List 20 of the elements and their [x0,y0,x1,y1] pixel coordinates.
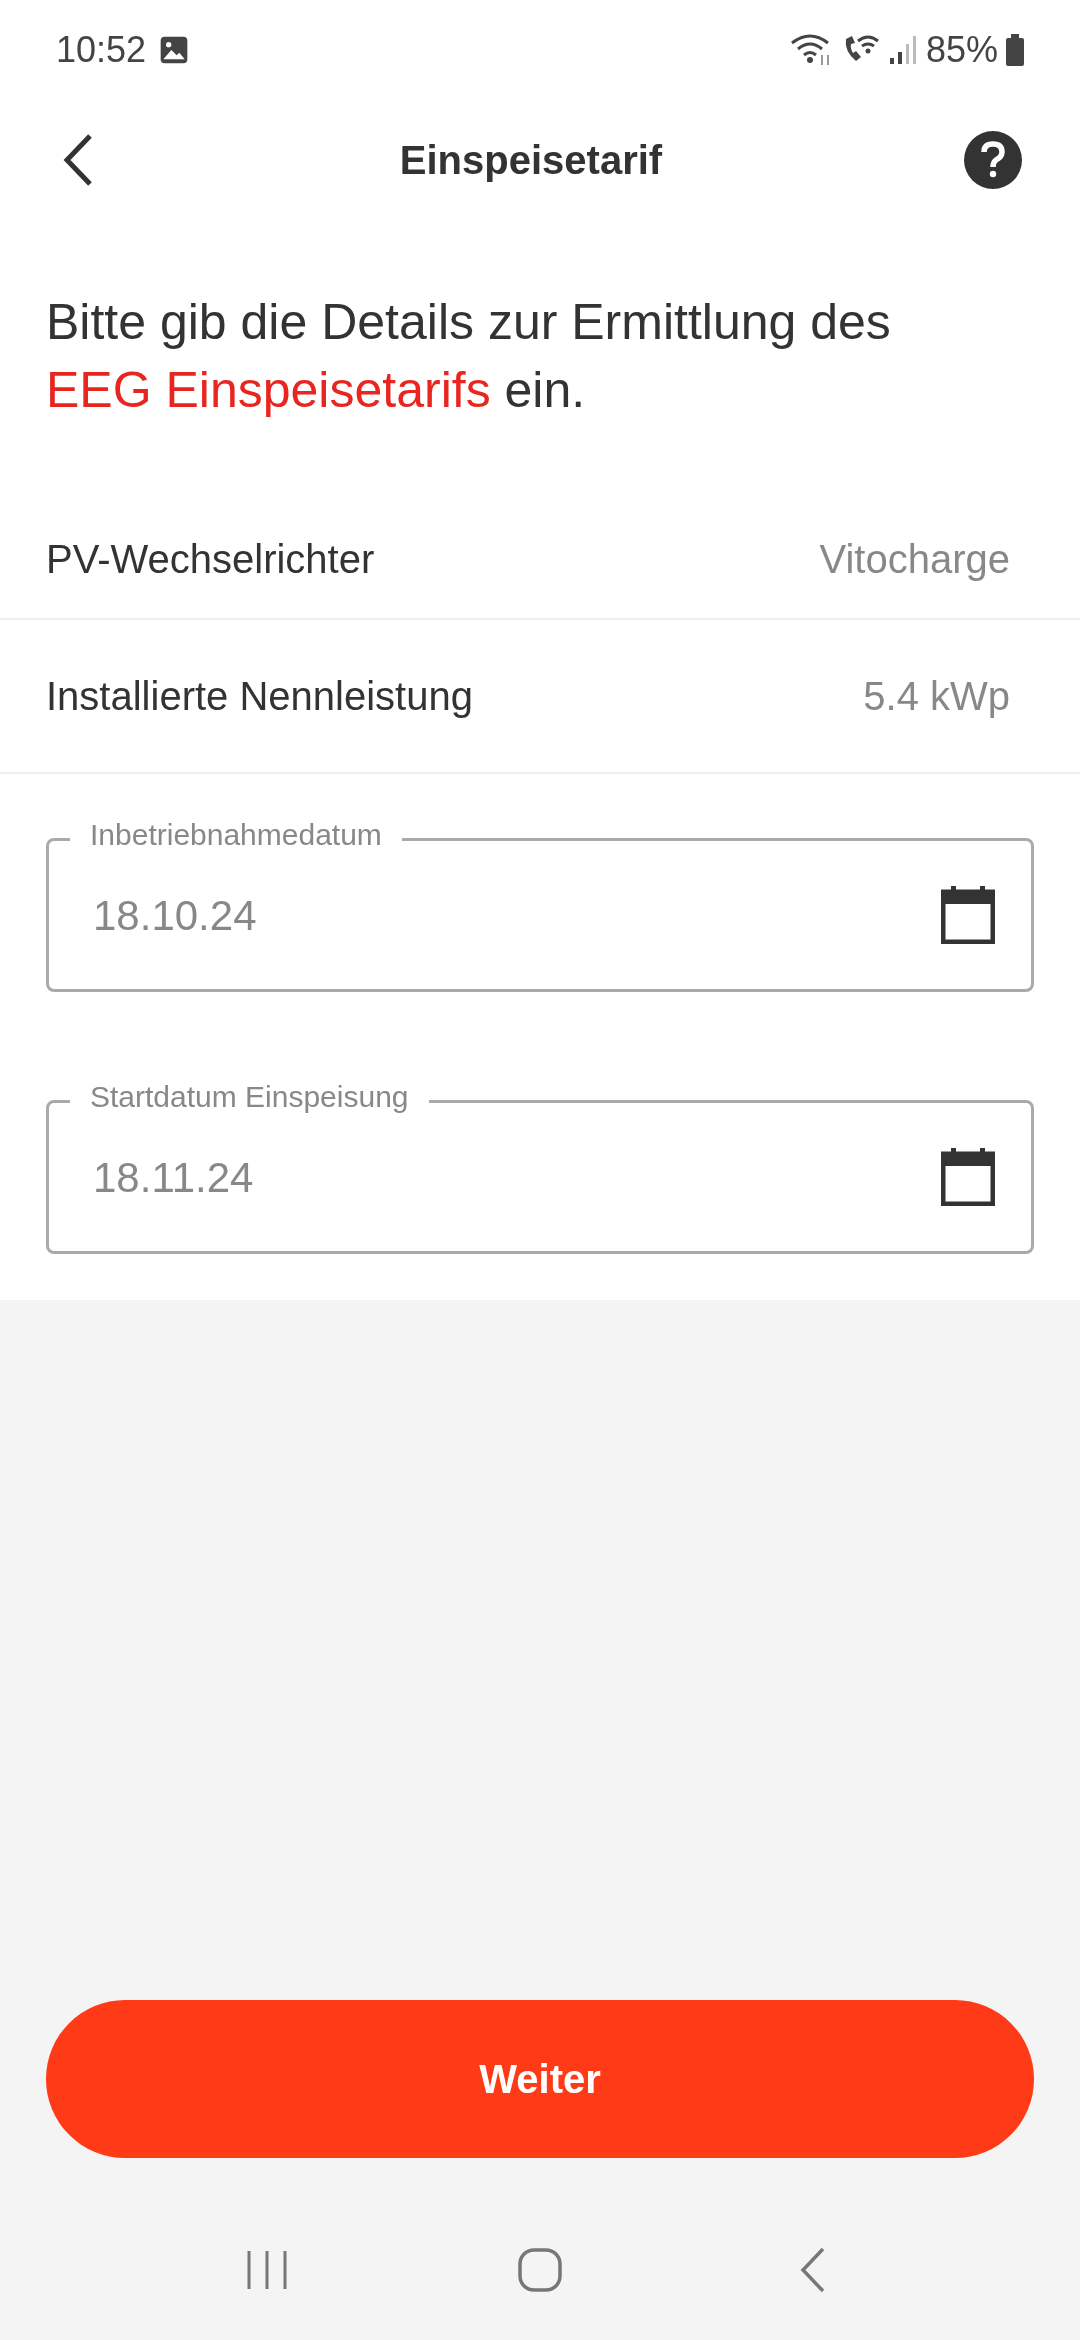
rounded-square-icon [517,2247,563,2293]
help-button[interactable] [964,131,1022,189]
row-value: 5.4 kWp [863,673,1010,720]
back-icon [63,133,93,187]
continue-button[interactable]: Weiter [46,2000,1034,2158]
battery-percentage: 85% [925,28,998,72]
intro-text: Bitte gib die Details zur Ermittlung des EEG Einspeisetarifs ein. [45,293,892,420]
date-value: 18.11.24 [93,1152,254,1203]
tariff-link[interactable]: EEG Einspeisetarifs [46,362,491,418]
page-title: Einspeisetarif [399,137,663,184]
signal-icon [887,34,918,66]
date-value: 18.10.24 [93,890,257,941]
question-mark-icon [980,141,1006,179]
calendar-icon[interactable] [941,1148,995,1206]
row-label: PV-Wechselrichter [46,536,375,583]
battery-icon [1006,34,1024,66]
status-time: 10:52 [56,28,147,72]
row-value: Vitocharge [819,536,1010,583]
row-label: Installierte Nennleistung [46,673,473,720]
calendar-icon[interactable] [941,886,995,944]
